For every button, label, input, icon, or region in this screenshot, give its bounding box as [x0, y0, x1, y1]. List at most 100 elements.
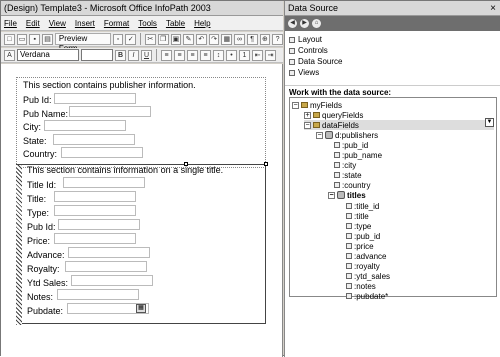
- royalty-field[interactable]: [65, 261, 147, 272]
- folder-icon: [301, 102, 308, 108]
- font-size-select[interactable]: [81, 49, 113, 61]
- tree-node-field[interactable]: :ytd_sales: [346, 271, 390, 281]
- format-painter-icon[interactable]: ✎: [183, 33, 194, 45]
- type-field[interactable]: [54, 205, 136, 216]
- tree-node-field[interactable]: :pubdate*: [346, 291, 388, 301]
- folder-icon: [313, 122, 320, 128]
- close-icon[interactable]: ×: [490, 1, 496, 16]
- menu-file[interactable]: File: [4, 19, 17, 28]
- align-center-icon[interactable]: ≡: [174, 49, 185, 61]
- italic-button[interactable]: I: [128, 49, 139, 61]
- tree-node-field[interactable]: :state: [334, 170, 362, 180]
- collapse-icon[interactable]: −: [328, 191, 335, 199]
- title-field[interactable]: [54, 191, 136, 202]
- align-right-icon[interactable]: ≡: [187, 49, 198, 61]
- tree-node-field[interactable]: :pub_id: [334, 140, 368, 150]
- redo-icon[interactable]: ↷: [208, 33, 220, 45]
- tree-node-field[interactable]: :notes: [346, 281, 376, 291]
- preview-form-button[interactable]: Preview Form: [54, 33, 111, 53]
- forward-icon[interactable]: ▶: [300, 19, 309, 28]
- tree-node-queryfields[interactable]: + queryFields: [304, 110, 363, 120]
- hyperlink-icon[interactable]: ∞: [234, 33, 245, 45]
- advance-field[interactable]: [68, 247, 150, 258]
- back-icon[interactable]: ◀: [288, 19, 297, 28]
- link-controls[interactable]: Controls: [289, 46, 328, 55]
- controls-icon: [289, 47, 295, 54]
- save-icon[interactable]: ▪: [29, 33, 41, 45]
- tree-node-field[interactable]: :pub_id: [346, 231, 380, 241]
- tree-node-field[interactable]: :price: [346, 241, 374, 251]
- font-name-select[interactable]: Verdana: [17, 49, 79, 61]
- expand-icon[interactable]: +: [304, 111, 311, 119]
- link-views[interactable]: Views: [289, 68, 319, 77]
- menu-view[interactable]: View: [49, 19, 66, 28]
- paste-icon[interactable]: ▣: [170, 33, 182, 45]
- collapse-icon[interactable]: −: [304, 121, 311, 129]
- collapse-icon[interactable]: −: [292, 101, 299, 109]
- chevron-down-icon[interactable]: ▼: [485, 118, 494, 127]
- tree-node-field[interactable]: :title_id: [346, 201, 379, 211]
- collapse-icon[interactable]: −: [316, 131, 323, 139]
- pub-id-field[interactable]: [54, 93, 136, 104]
- justify-icon[interactable]: ≡: [200, 49, 211, 61]
- tree-node-field[interactable]: :type: [346, 221, 371, 231]
- ytd-sales-field[interactable]: [71, 275, 153, 286]
- new-icon[interactable]: □: [4, 33, 15, 45]
- title-bar: (Design) Template3 - Microsoft Office In…: [1, 1, 283, 16]
- state-field[interactable]: [53, 134, 135, 145]
- menu-table[interactable]: Table: [166, 19, 185, 28]
- menu-edit[interactable]: Edit: [26, 19, 40, 28]
- pub-name-field[interactable]: [69, 106, 151, 117]
- home-icon[interactable]: ⌂: [312, 19, 321, 28]
- tree-node-field[interactable]: :city: [334, 160, 356, 170]
- insert-table-icon[interactable]: ▦: [221, 33, 233, 45]
- copy-icon[interactable]: ❐: [157, 33, 169, 45]
- bold-button[interactable]: B: [115, 49, 126, 61]
- styles-icon[interactable]: A: [4, 49, 15, 61]
- zoom-icon[interactable]: ⊕: [259, 33, 271, 45]
- tree-node-publishers[interactable]: − d:publishers: [316, 130, 378, 140]
- city-field[interactable]: [44, 120, 126, 131]
- help-icon[interactable]: ?: [272, 33, 283, 45]
- open-icon[interactable]: ▭: [16, 33, 28, 45]
- tree-node-myfields[interactable]: − myFields: [292, 100, 342, 110]
- align-left-icon[interactable]: ≡: [161, 49, 172, 61]
- tree-node-titles[interactable]: − titles: [328, 190, 366, 200]
- tree-node-field[interactable]: :title: [346, 211, 369, 221]
- line-spacing-icon[interactable]: ↕: [213, 49, 224, 61]
- calendar-icon[interactable]: ▦: [136, 304, 146, 313]
- tree-node-field[interactable]: :royalty: [346, 261, 380, 271]
- decrease-indent-icon[interactable]: ⇤: [252, 49, 263, 61]
- menu-format[interactable]: Format: [104, 19, 129, 28]
- price-field[interactable]: [54, 233, 136, 244]
- tree-node-datafields[interactable]: − dataFields: [304, 120, 494, 130]
- pub-id-field-2[interactable]: [58, 219, 140, 230]
- show-hide-icon[interactable]: ¶: [246, 33, 258, 45]
- undo-icon[interactable]: ↶: [195, 33, 207, 45]
- menu-tools[interactable]: Tools: [138, 19, 157, 28]
- tree-node-field[interactable]: :pub_name: [334, 150, 382, 160]
- title-id-field[interactable]: [63, 177, 145, 188]
- form-design-canvas[interactable]: This section contains publisher informat…: [1, 64, 283, 357]
- increase-indent-icon[interactable]: ⇥: [265, 49, 276, 61]
- print-icon[interactable]: ▤: [42, 33, 53, 45]
- country-field[interactable]: [61, 147, 143, 158]
- tree-node-field[interactable]: :advance: [346, 251, 386, 261]
- section2-text: This section contains information on a s…: [27, 165, 224, 175]
- print-preview-icon[interactable]: ▫: [112, 33, 124, 45]
- spelling-icon[interactable]: ✓: [125, 33, 137, 45]
- data-source-tree[interactable]: − myFields + queryFields − dataFields ▼ …: [289, 97, 497, 301]
- infopath-window: (Design) Template3 - Microsoft Office In…: [0, 0, 500, 357]
- bullets-icon[interactable]: •: [226, 49, 237, 61]
- link-data-source[interactable]: Data Source: [289, 57, 342, 66]
- repeating-group-icon: [325, 131, 333, 139]
- link-layout[interactable]: Layout: [289, 35, 322, 44]
- numbering-icon[interactable]: 1: [239, 49, 250, 61]
- underline-button[interactable]: U: [141, 49, 152, 61]
- cut-icon[interactable]: ✂: [145, 33, 156, 45]
- menu-insert[interactable]: Insert: [75, 19, 95, 28]
- resize-handle[interactable]: [264, 162, 268, 166]
- notes-field[interactable]: [57, 289, 139, 300]
- menu-help[interactable]: Help: [194, 19, 210, 28]
- tree-node-field[interactable]: :country: [334, 180, 370, 190]
